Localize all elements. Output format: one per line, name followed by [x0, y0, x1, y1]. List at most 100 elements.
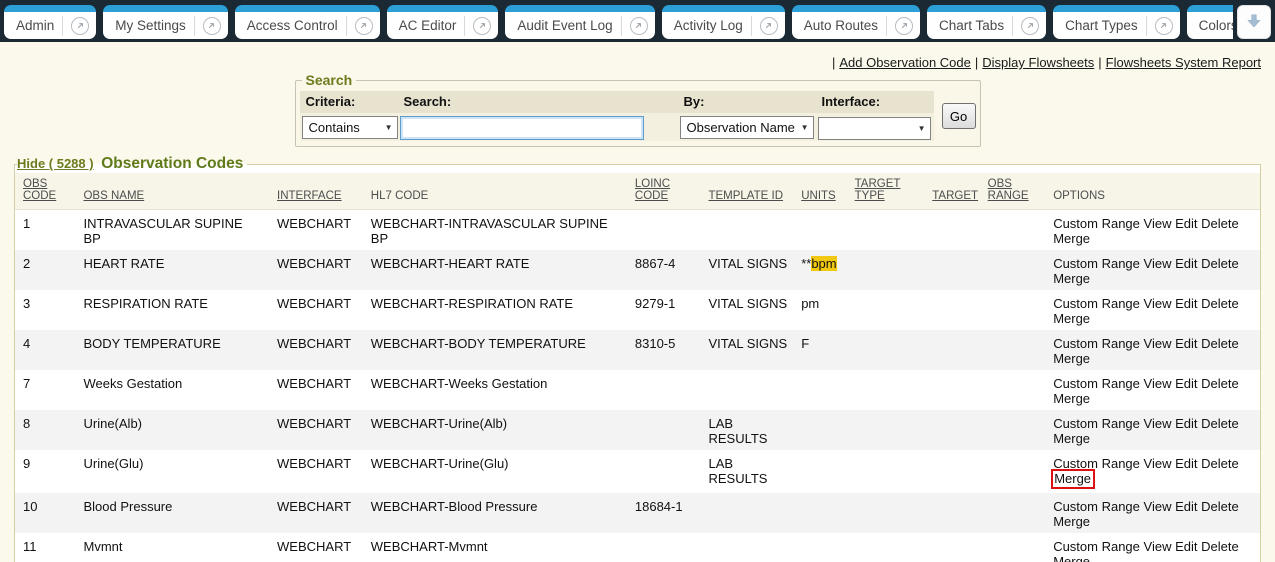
column-header-label[interactable]: OBS RANGE [988, 178, 1029, 202]
tab-accent-strip [387, 5, 499, 12]
hide-link[interactable]: Hide ( 5288 ) [17, 156, 94, 171]
tab-activity-log[interactable]: Activity Log [662, 5, 785, 39]
column-header-obs-name[interactable]: OBS NAME [75, 173, 269, 210]
add-observation-code-link[interactable]: Add Observation Code [839, 55, 971, 70]
tab-access-control[interactable]: Access Control [235, 5, 380, 39]
tab-label: My Settings [115, 18, 186, 33]
merge-link[interactable]: Merge [1053, 391, 1090, 406]
view-link[interactable]: View [1144, 336, 1172, 351]
by-select[interactable]: Observation Name ▼ [680, 116, 814, 139]
custom-range-link[interactable]: Custom Range [1053, 499, 1140, 514]
view-link[interactable]: View [1144, 539, 1172, 554]
edit-link[interactable]: Edit [1175, 456, 1197, 471]
column-header-label[interactable]: TEMPLATE ID [708, 190, 783, 202]
tab-accent-strip [103, 5, 228, 12]
delete-link[interactable]: Delete [1201, 216, 1239, 231]
custom-range-link[interactable]: Custom Range [1053, 539, 1140, 554]
delete-link[interactable]: Delete [1201, 456, 1239, 471]
custom-range-link[interactable]: Custom Range [1053, 296, 1140, 311]
tab-chart-tabs[interactable]: Chart Tabs [927, 5, 1046, 39]
view-link[interactable]: View [1144, 416, 1172, 431]
popout-icon[interactable] [473, 17, 491, 35]
cell-target [924, 290, 979, 330]
view-link[interactable]: View [1144, 216, 1172, 231]
cell-loinc-code [627, 410, 701, 450]
merge-link[interactable]: Merge [1054, 471, 1091, 486]
column-header-obs-code[interactable]: OBS CODE [15, 173, 75, 210]
column-header-label[interactable]: TARGET [932, 190, 978, 202]
merge-link[interactable]: Merge [1053, 311, 1090, 326]
merge-link[interactable]: Merge [1053, 231, 1090, 246]
merge-link[interactable]: Merge [1053, 554, 1090, 562]
interface-select[interactable]: ▼ [818, 117, 931, 140]
edit-link[interactable]: Edit [1175, 216, 1197, 231]
popout-icon[interactable] [760, 17, 778, 35]
popout-icon[interactable] [1155, 17, 1173, 35]
edit-link[interactable]: Edit [1175, 499, 1197, 514]
popout-icon[interactable] [630, 17, 648, 35]
cell-hl7-code: WEBCHART-HEART RATE [363, 250, 627, 290]
edit-link[interactable]: Edit [1175, 376, 1197, 391]
column-header-label[interactable]: INTERFACE [277, 190, 342, 202]
tab-admin[interactable]: Admin [4, 5, 96, 39]
delete-link[interactable]: Delete [1201, 416, 1239, 431]
tab-auto-routes[interactable]: Auto Routes [792, 5, 920, 39]
merge-link[interactable]: Merge [1053, 271, 1090, 286]
column-header-units[interactable]: UNITS [793, 173, 846, 210]
popout-icon[interactable] [1021, 17, 1039, 35]
popout-icon[interactable] [71, 17, 89, 35]
tab-ac-editor[interactable]: AC Editor [387, 5, 499, 39]
column-header-label[interactable]: LOINC CODE [635, 178, 670, 202]
search-input[interactable] [400, 116, 644, 140]
custom-range-link[interactable]: Custom Range [1053, 416, 1140, 431]
delete-link[interactable]: Delete [1201, 539, 1239, 554]
tab-chart-types[interactable]: Chart Types [1053, 5, 1180, 39]
tab-audit-event-log[interactable]: Audit Event Log [505, 5, 654, 39]
cell-target-type [847, 330, 925, 370]
column-header-label[interactable]: OBS NAME [83, 190, 144, 202]
column-header-interface[interactable]: INTERFACE [269, 173, 363, 210]
custom-range-link[interactable]: Custom Range [1053, 336, 1140, 351]
column-header-loinc-code[interactable]: LOINC CODE [627, 173, 701, 210]
delete-link[interactable]: Delete [1201, 296, 1239, 311]
view-link[interactable]: View [1144, 376, 1172, 391]
tabs-scroll-down-button[interactable] [1237, 5, 1271, 39]
delete-link[interactable]: Delete [1201, 256, 1239, 271]
view-link[interactable]: View [1144, 499, 1172, 514]
tab-my-settings[interactable]: My Settings [103, 5, 228, 39]
merge-link[interactable]: Merge [1053, 351, 1090, 366]
display-flowsheets-link[interactable]: Display Flowsheets [982, 55, 1094, 70]
view-link[interactable]: View [1144, 296, 1172, 311]
popout-icon[interactable] [355, 17, 373, 35]
column-header-label[interactable]: OBS CODE [23, 178, 56, 202]
go-button[interactable]: Go [942, 103, 976, 129]
tab-label: Access Control [247, 18, 338, 33]
custom-range-link[interactable]: Custom Range [1053, 256, 1140, 271]
column-header-target-type[interactable]: TARGET TYPE [847, 173, 925, 210]
merge-link[interactable]: Merge [1053, 514, 1090, 529]
edit-link[interactable]: Edit [1175, 296, 1197, 311]
tab-divider [346, 16, 347, 36]
column-header-obs-range[interactable]: OBS RANGE [980, 173, 1046, 210]
merge-link[interactable]: Merge [1053, 431, 1090, 446]
delete-link[interactable]: Delete [1201, 376, 1239, 391]
popout-icon[interactable] [895, 17, 913, 35]
tab-colors[interactable]: Colors [1187, 5, 1233, 39]
custom-range-link[interactable]: Custom Range [1053, 216, 1140, 231]
column-header-target[interactable]: TARGET [924, 173, 979, 210]
edit-link[interactable]: Edit [1175, 256, 1197, 271]
edit-link[interactable]: Edit [1175, 336, 1197, 351]
column-header-label[interactable]: UNITS [801, 190, 836, 202]
edit-link[interactable]: Edit [1175, 539, 1197, 554]
delete-link[interactable]: Delete [1201, 336, 1239, 351]
custom-range-link[interactable]: Custom Range [1053, 376, 1140, 391]
criteria-select[interactable]: Contains ▼ [302, 116, 398, 139]
view-link[interactable]: View [1144, 256, 1172, 271]
delete-link[interactable]: Delete [1201, 499, 1239, 514]
view-link[interactable]: View [1144, 456, 1172, 471]
column-header-template-id[interactable]: TEMPLATE ID [700, 173, 793, 210]
column-header-label[interactable]: TARGET TYPE [855, 178, 901, 202]
edit-link[interactable]: Edit [1175, 416, 1197, 431]
flowsheets-system-report-link[interactable]: Flowsheets System Report [1106, 55, 1261, 70]
popout-icon[interactable] [203, 17, 221, 35]
